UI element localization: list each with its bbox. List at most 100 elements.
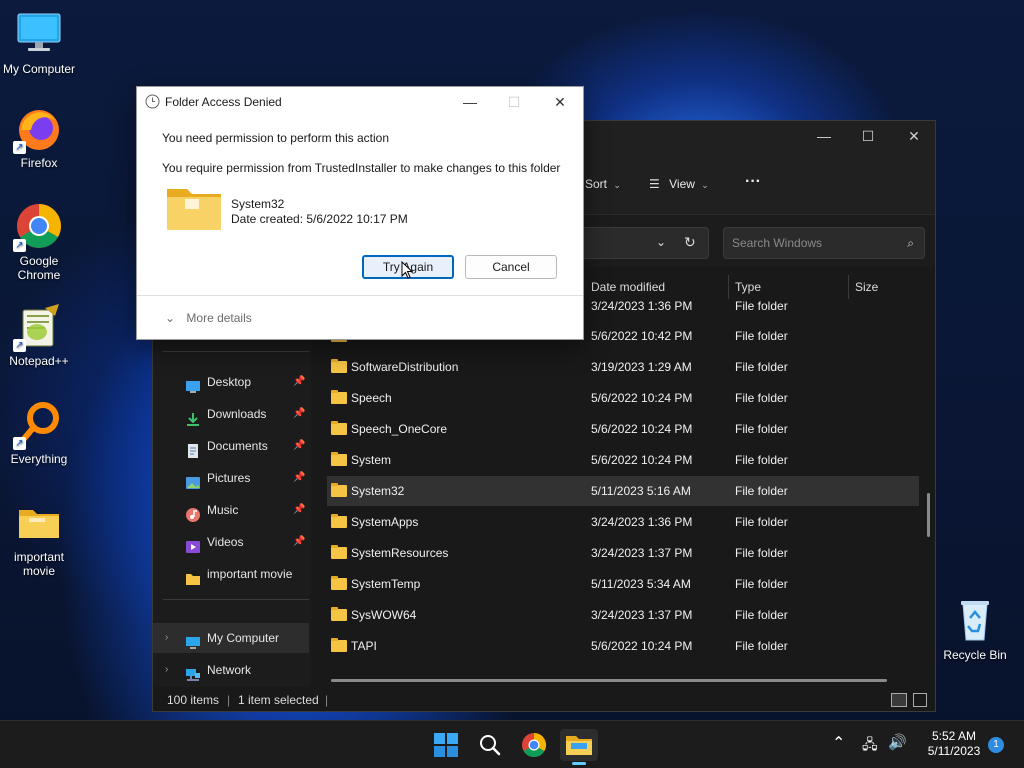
- row-date: 5/6/2022 10:42 PM: [591, 329, 693, 343]
- folder-access-denied-dialog: Folder Access Denied — ☐ ✕ You need perm…: [136, 86, 584, 340]
- nav-label: Downloads: [207, 407, 267, 421]
- row-type: File folder: [735, 299, 788, 313]
- chevron-up-icon[interactable]: ⌃: [832, 733, 845, 753]
- tiles-view-icon[interactable]: [913, 693, 927, 707]
- desktop-icon-label: Google Chrome: [17, 254, 61, 282]
- table-row[interactable]: SystemTemp 5/11/2023 5:34 AM File folder: [327, 569, 919, 599]
- chevron-right-icon[interactable]: ›: [165, 655, 168, 685]
- nav-item-network[interactable]: › Network: [153, 655, 309, 685]
- sort-button[interactable]: Sort ⌄: [585, 177, 621, 191]
- desktop-icon-label: Recycle Bin: [943, 648, 1007, 662]
- nav-item-my-computer[interactable]: › My Computer: [153, 623, 309, 653]
- search-input[interactable]: Search Windows ⌕: [723, 227, 925, 259]
- search-placeholder: Search Windows: [732, 236, 823, 250]
- notification-badge[interactable]: 1: [988, 737, 1004, 753]
- address-bar[interactable]: ⌄ ↻: [581, 227, 709, 259]
- nav-item-music[interactable]: Music 📌: [153, 495, 309, 525]
- downloads-icon: [185, 407, 201, 426]
- table-row[interactable]: Speech 5/6/2022 10:24 PM File folder: [327, 383, 919, 413]
- search-icon: [480, 735, 501, 756]
- table-row-selected[interactable]: System32 5/11/2023 5:16 AM File folder: [327, 476, 919, 506]
- shortcut-arrow-icon: ↗: [13, 339, 26, 352]
- taskbar: ⌃ 🖧 🔊 5:52 AM 5/11/2023 1: [0, 720, 1024, 768]
- dialog-divider: [137, 295, 583, 296]
- folder-icon: [15, 498, 63, 546]
- nav-label: Desktop: [207, 375, 252, 389]
- row-date: 5/6/2022 10:24 PM: [591, 391, 693, 405]
- view-button[interactable]: ☰ View ⌄: [649, 177, 709, 191]
- network-icon: [185, 663, 201, 681]
- desktop-icon-recycle-bin[interactable]: Recycle Bin: [936, 596, 1014, 662]
- refresh-icon[interactable]: ↻: [684, 234, 696, 251]
- dialog-title: Folder Access Denied: [165, 95, 282, 109]
- search-button[interactable]: [474, 729, 506, 761]
- volume-icon[interactable]: 🔊: [888, 733, 907, 751]
- minimize-button[interactable]: —: [801, 121, 847, 151]
- desktop-icon-chrome[interactable]: ↗ Google Chrome: [0, 202, 78, 282]
- chrome-taskbar-button[interactable]: [518, 729, 550, 761]
- more-options-button[interactable]: ···: [745, 173, 761, 191]
- table-row[interactable]: TAPI 5/6/2022 10:24 PM File folder: [327, 631, 919, 661]
- pin-icon: 📌: [293, 504, 306, 515]
- nav-item-videos[interactable]: Videos 📌: [153, 527, 309, 557]
- nav-item-desktop[interactable]: Desktop 📌: [153, 367, 309, 397]
- row-date: 3/24/2023 1:36 PM: [591, 299, 693, 313]
- table-row[interactable]: Speech_OneCore 5/6/2022 10:24 PM File fo…: [327, 414, 919, 444]
- horizontal-scrollbar[interactable]: [331, 679, 887, 682]
- start-button[interactable]: [430, 729, 462, 761]
- row-type: File folder: [735, 329, 788, 343]
- table-row[interactable]: System 5/6/2022 10:24 PM File folder: [327, 445, 919, 475]
- desktop-icon-my-computer[interactable]: My Computer: [0, 10, 78, 76]
- row-date: 5/11/2023 5:34 AM: [591, 577, 691, 591]
- row-date: 5/11/2023 5:16 AM: [591, 484, 691, 498]
- table-row[interactable]: SystemApps 3/24/2023 1:36 PM File folder: [327, 507, 919, 537]
- row-date: 5/6/2022 10:24 PM: [591, 639, 693, 653]
- nav-label: Pictures: [207, 471, 251, 485]
- cancel-button[interactable]: Cancel: [465, 255, 557, 279]
- folder-name: System32: [231, 197, 285, 211]
- videos-icon: [185, 535, 201, 553]
- table-row[interactable]: SystemResources 3/24/2023 1:37 PM File f…: [327, 538, 919, 568]
- monitor-icon: [15, 10, 63, 58]
- folder-icon: [331, 452, 347, 466]
- permission-message: You need permission to perform this acti…: [162, 131, 390, 145]
- file-explorer-taskbar-button[interactable]: [560, 729, 598, 765]
- nav-item-important-movie[interactable]: important movie: [153, 559, 309, 589]
- row-type: File folder: [735, 391, 788, 405]
- more-details-toggle[interactable]: ⌄ More details: [165, 311, 252, 325]
- row-date: 5/6/2022 10:24 PM: [591, 422, 693, 436]
- maximize-button[interactable]: ☐: [845, 121, 891, 151]
- desktop-icon-notepadpp[interactable]: ↗ Notepad++: [0, 302, 78, 368]
- row-type: File folder: [735, 484, 788, 498]
- folder-date-created: Date created: 5/6/2022 10:17 PM: [231, 212, 408, 226]
- time-text: 5:52 AM: [931, 729, 977, 743]
- details-view-icon[interactable]: [891, 693, 907, 707]
- chrome-icon: ↗: [13, 202, 63, 252]
- desktop-icon-label: important movie: [13, 550, 65, 578]
- dialog-minimize-button[interactable]: —: [455, 91, 485, 113]
- row-name: Speech_OneCore: [351, 422, 448, 436]
- monitor-icon: [185, 631, 201, 649]
- desktop-icon-everything[interactable]: ↗ Everything: [0, 400, 78, 466]
- nav-item-pictures[interactable]: Pictures 📌: [153, 463, 309, 493]
- network-status-icon[interactable]: 🖧: [862, 734, 878, 758]
- close-button[interactable]: ✕: [891, 121, 937, 151]
- table-row[interactable]: SoftwareDistribution 3/19/2023 1:29 AM F…: [327, 352, 919, 382]
- chevron-right-icon[interactable]: ›: [165, 623, 168, 653]
- nav-item-documents[interactable]: Documents 📌: [153, 431, 309, 461]
- folder-icon: [165, 185, 223, 236]
- desktop-icon-important-movie[interactable]: important movie: [0, 498, 78, 578]
- selection-count: 1 item selected: [238, 693, 319, 707]
- pin-icon: 📌: [293, 408, 306, 419]
- item-count: 100 items: [167, 693, 220, 707]
- row-type: File folder: [735, 608, 788, 622]
- nav-item-downloads[interactable]: Downloads 📌: [153, 399, 309, 429]
- desktop-icon-firefox[interactable]: ↗ Firefox: [0, 104, 78, 170]
- desktop-icon-label: Everything: [10, 452, 68, 466]
- table-row[interactable]: SysWOW64 3/24/2023 1:37 PM File folder: [327, 600, 919, 630]
- dialog-close-button[interactable]: ✕: [545, 91, 575, 113]
- vertical-scrollbar[interactable]: [927, 493, 930, 537]
- desktop-icon-label: Notepad++: [9, 354, 69, 368]
- nav-label: My Computer: [207, 631, 280, 645]
- clock[interactable]: 5:52 AM 5/11/2023: [914, 729, 994, 759]
